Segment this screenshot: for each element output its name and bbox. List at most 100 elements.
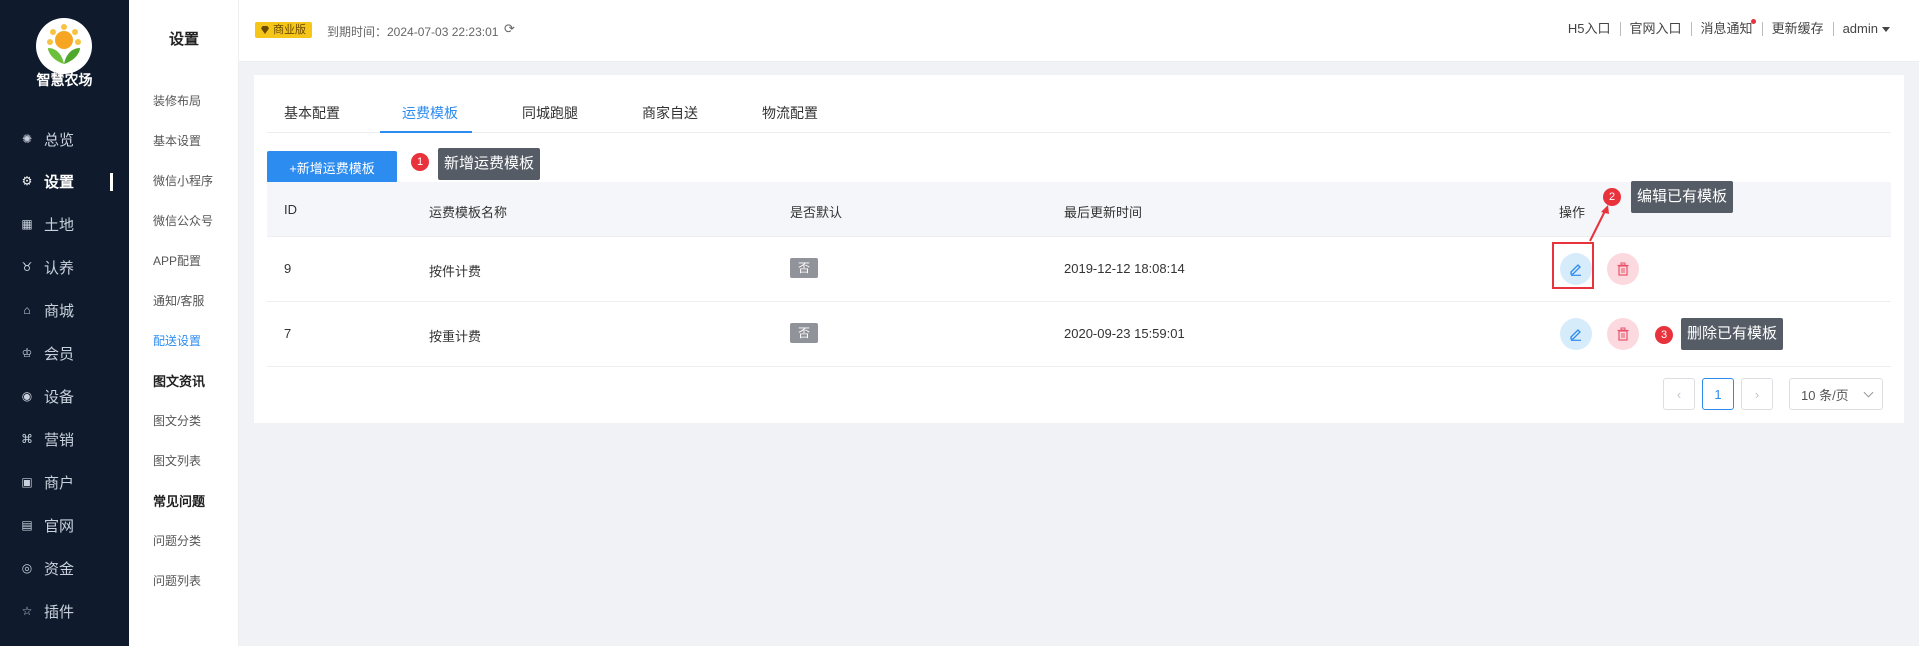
page-size-select[interactable]: 10 条/页 — [1789, 378, 1883, 410]
nav-item-adopt[interactable]: ♉ 认养 — [0, 252, 129, 282]
edit-icon — [1570, 329, 1581, 341]
clear-cache-link[interactable]: 更新缓存 — [1763, 22, 1834, 36]
fund-icon: ◎ — [21, 561, 33, 575]
subnav-item-miniprogram[interactable]: 微信小程序 — [153, 172, 213, 189]
annotation-1-marker: 1 — [411, 153, 429, 171]
annotation-1-callout: 新增运费模板 — [438, 148, 541, 180]
nav-label: 认养 — [44, 259, 75, 277]
nav-label: 土地 — [44, 216, 75, 234]
nav-label: 会员 — [44, 345, 75, 363]
nav-label: 商城 — [44, 302, 75, 320]
subnav-item-article-list[interactable]: 图文列表 — [153, 452, 201, 469]
subnav-item-notify[interactable]: 通知/客服 — [153, 292, 204, 309]
chevron-down-icon — [1863, 387, 1874, 398]
merchant-icon: ▣ — [21, 475, 33, 489]
annotation-2-callout: 编辑已有模板 — [1631, 181, 1734, 213]
row-name: 按件计费 — [429, 264, 482, 279]
app-name: 智慧农场 — [36, 72, 93, 88]
nav-item-settings[interactable]: ⚙ 设置 — [0, 166, 129, 196]
annotation-3-marker: 3 — [1655, 326, 1673, 344]
row-name: 按重计费 — [429, 329, 482, 344]
user-menu[interactable]: admin — [1834, 22, 1899, 36]
tab-basic-config[interactable]: 基本配置 — [284, 103, 340, 123]
nav-item-fund[interactable]: ◎ 资金 — [0, 553, 129, 583]
nav-item-shop[interactable]: ⌂ 商城 — [0, 295, 129, 325]
refresh-icon[interactable]: ⟳ — [504, 21, 520, 37]
default-tag: 否 — [790, 258, 818, 278]
h5-entry-link[interactable]: H5入口 — [1559, 22, 1621, 36]
subnav-item-app-config[interactable]: APP配置 — [153, 252, 201, 269]
edition-badge: 商业版 — [255, 22, 312, 38]
subnav-item-article-category[interactable]: 图文分类 — [153, 412, 201, 429]
subnav-item-delivery[interactable]: 配送设置 — [153, 332, 201, 349]
subnav-item-faq-category[interactable]: 问题分类 — [153, 532, 201, 549]
col-template-name: 运费模板名称 — [429, 205, 508, 220]
nav-item-member[interactable]: ♔ 会员 — [0, 338, 129, 368]
subnav-item-decoration[interactable]: 装修布局 — [153, 92, 201, 109]
col-updated-at: 最后更新时间 — [1064, 205, 1143, 220]
edit-button[interactable] — [1560, 318, 1592, 350]
nav-label: 资金 — [44, 560, 75, 578]
unread-dot — [1750, 19, 1756, 24]
expire-time: 到期时间：2024-07-03 22:23:01 — [327, 25, 499, 39]
subnav-heading-articles: 图文资讯 — [153, 374, 206, 389]
add-template-button[interactable]: +新增运费模板 — [267, 151, 397, 183]
subnav-title: 设置 — [168, 31, 199, 48]
nav-item-website[interactable]: ▤ 官网 — [0, 510, 129, 540]
shop-icon: ⌂ — [23, 303, 31, 317]
main-nav: 智慧农场 ✺ 总览 ⚙ 设置 ▦ 土地 ♉ 认养 ⌂ 商城 ♔ 会员 ◉ 设备 ⌘ 营销 ▣ 商户… — [0, 0, 129, 646]
tab-logistics-config[interactable]: 物流配置 — [762, 103, 818, 123]
nav-item-plugin[interactable]: ☆ 插件 — [0, 596, 129, 626]
dashboard-icon: ✺ — [21, 132, 33, 146]
table-row: 7 按重计费 否 2020-09-23 15:59:01 3 删除已有模板 — [267, 302, 1891, 367]
sub-nav: 设置 装修布局 基本设置 微信小程序 微信公众号 APP配置 通知/客服 配送设… — [129, 0, 239, 646]
subnav-heading-faq: 常见问题 — [153, 494, 206, 509]
nav-item-land[interactable]: ▦ 土地 — [0, 209, 129, 239]
edit-highlight-box — [1552, 242, 1594, 289]
next-page-button[interactable]: › — [1741, 378, 1773, 410]
nav-item-device[interactable]: ◉ 设备 — [0, 381, 129, 411]
edition-label: 商业版 — [273, 24, 306, 36]
page-size-label: 10 条/页 — [1801, 387, 1849, 403]
annotation-3-callout: 删除已有模板 — [1681, 318, 1784, 350]
col-actions: 操作 — [1559, 205, 1586, 220]
website-entry-link[interactable]: 官网入口 — [1621, 22, 1692, 36]
table-row: 9 按件计费 否 2019-12-12 18:08:14 — [267, 237, 1891, 302]
nav-label: 设备 — [44, 388, 75, 406]
settings-icon: ⚙ — [21, 174, 33, 188]
nav-label: 官网 — [44, 517, 75, 535]
page-number[interactable]: 1 — [1702, 378, 1734, 410]
trash-icon — [1617, 327, 1629, 341]
nav-item-marketing[interactable]: ⌘ 营销 — [0, 424, 129, 454]
content-card: 基本配置 运费模板 同城跑腿 商家自送 物流配置 +新增运费模板 1 新增运费模… — [254, 75, 1904, 423]
notifications-link[interactable]: 消息通知 — [1692, 19, 1763, 36]
delete-button[interactable] — [1607, 318, 1639, 350]
plugin-icon: ☆ — [21, 604, 33, 618]
marketing-icon: ⌘ — [21, 432, 33, 446]
row-updated: 2019-12-12 18:08:14 — [1064, 261, 1185, 276]
prev-page-button[interactable]: ‹ — [1663, 378, 1695, 410]
logo-icon — [36, 18, 92, 74]
trash-icon — [1617, 262, 1629, 276]
nav-item-overview[interactable]: ✺ 总览 — [0, 124, 129, 154]
tab-bar: 基本配置 运费模板 同城跑腿 商家自送 物流配置 — [267, 75, 1891, 133]
col-is-default: 是否默认 — [790, 205, 843, 220]
chevron-down-icon — [1882, 27, 1890, 33]
diamond-icon — [261, 26, 269, 34]
tab-shipping-template[interactable]: 运费模板 — [402, 103, 458, 123]
grid-icon: ▦ — [21, 217, 33, 231]
nav-label: 总览 — [44, 131, 75, 149]
subnav-item-official-account[interactable]: 微信公众号 — [153, 212, 213, 229]
username: admin — [1842, 21, 1878, 36]
tab-city-errand[interactable]: 同城跑腿 — [522, 103, 578, 123]
col-id: ID — [284, 202, 297, 217]
row-updated: 2020-09-23 15:59:01 — [1064, 326, 1185, 341]
nav-label: 插件 — [44, 603, 75, 621]
top-links: H5入口 官网入口 消息通知 更新缓存 admin — [1559, 19, 1899, 36]
subnav-item-faq-list[interactable]: 问题列表 — [153, 572, 201, 589]
delete-button[interactable] — [1607, 253, 1639, 285]
active-tab-indicator — [380, 131, 472, 133]
tab-merchant-delivery[interactable]: 商家自送 — [642, 103, 698, 123]
nav-item-merchant[interactable]: ▣ 商户 — [0, 467, 129, 497]
subnav-item-basic[interactable]: 基本设置 — [153, 132, 201, 149]
